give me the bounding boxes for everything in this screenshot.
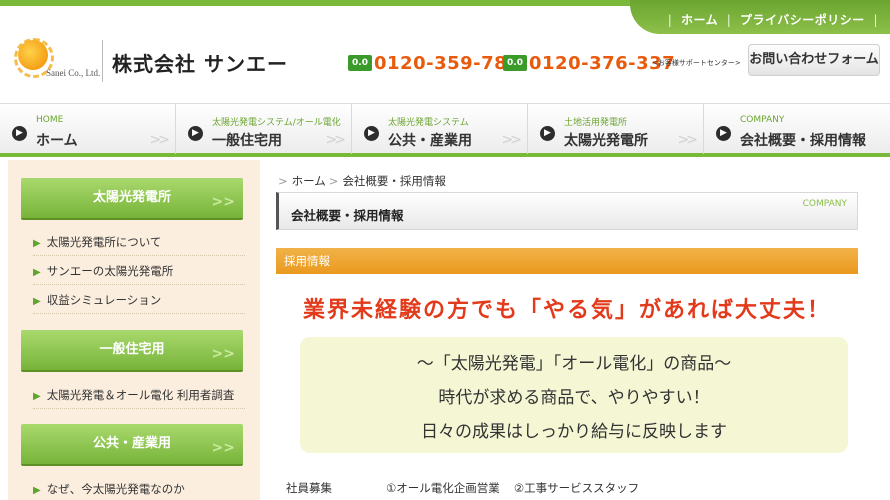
nav-sub-label: 太陽光発電システム [388,118,469,128]
recruit-message-box: ～「太陽光発電」「オール電化」の商品～ 時代が求める商品で、やりやすい！ 日々の… [300,337,848,453]
contact-form-button[interactable]: お問い合わせフォーム [748,44,880,76]
arrow-right-icon: ▶ [364,126,379,141]
nav-main-label: 太陽光発電所 [564,133,648,149]
double-chevron-icon: >> [325,132,347,148]
recruit-headline: 業界未経験の方でも「やる気」があれば大丈夫！ [302,297,831,323]
nav-item-residential[interactable]: ▶ 太陽光発電システム/オール電化 一般住宅用 >> [176,104,352,154]
sidebar-link[interactable]: ▶ 太陽光発電＆オール電化 利用者調査 [33,381,245,409]
support-center-label: <お客様サポートセンター> [652,59,741,67]
breadcrumb-current: 会社概要・採用情報 [342,174,446,188]
job-listing-row: 社員募集 ①オール電化企画営業 ②工事サービススタッフ [286,480,846,496]
double-chevron-icon: >> [211,440,235,456]
sidebar: 太陽光発電所 >> ▶ 太陽光発電所について ▶ サンエーの太陽光発電所 ▶ 収益シミ… [8,160,260,500]
page-title-en: COMPANY [802,199,847,209]
page-title: 会社概要・採用情報 [291,208,404,223]
arrow-right-icon: ▶ [188,126,203,141]
job-item: ②工事サービススタッフ [513,481,640,495]
section-title: 採用情報 [276,248,858,274]
header-links: | ホーム | プライバシーポリシー | [667,13,878,27]
breadcrumb: > ホーム > 会社概要・採用情報 [278,174,446,188]
nav-main-label: ホーム [36,133,78,149]
phone-number-1-text: 0120-359-788 [374,52,521,74]
nav-main-label: 一般住宅用 [212,133,282,149]
triangle-bullet-icon: ▶ [33,391,41,402]
sidebar-link[interactable]: ▶ 収益シミュレーション [33,286,245,314]
phone-number-1[interactable]: 0.0 0120-359-788 [348,52,520,74]
sidebar-link[interactable]: ▶ 太陽光発電所について [33,228,245,256]
phone-number-2[interactable]: 0.0 0120-376-337 [503,52,675,74]
sidebar-section-label: 公共・産業用 [92,436,171,451]
triangle-bullet-icon: ▶ [33,485,41,496]
double-chevron-icon: >> [677,132,699,148]
double-chevron-icon: >> [501,132,523,148]
message-line: 日々の成果はしっかり給与に反映します [421,422,727,442]
nav-sub-label: 土地活用発電所 [564,118,628,128]
double-chevron-icon: >> [211,194,235,210]
arrow-right-icon: ▶ [716,126,731,141]
site-header: | ホーム | プライバシーポリシー | Sanei Co., Ltd. 株式会… [0,0,890,100]
message-line: 時代が求める商品で、やりやすい！ [438,388,710,408]
job-item: ①オール電化企画営業 [386,481,500,495]
sidebar-link[interactable]: ▶ なぜ、今太陽光発電なのか [33,475,245,500]
nav-item-home[interactable]: ▶ HOME ホーム >> [0,104,176,154]
sidebar-section-residential[interactable]: 一般住宅用 >> [21,330,243,370]
job-label: 社員募集 [286,481,332,495]
sidebar-section-label: 太陽光発電所 [92,190,171,205]
nav-item-solar-plant[interactable]: ▶ 土地活用発電所 太陽光発電所 >> [528,104,704,154]
free-dial-icon: 0.0 [348,55,372,71]
sun-icon [18,40,48,70]
message-line: ～「太陽光発電」「オール電化」の商品～ [416,354,732,374]
double-chevron-icon: >> [149,132,171,148]
nav-main-label: 公共・産業用 [388,133,472,149]
breadcrumb-home[interactable]: ホーム [292,174,326,188]
home-link[interactable]: ホーム [681,13,718,27]
global-nav: ▶ HOME ホーム >> ▶ 太陽光発電システム/オール電化 一般住宅用 >>… [0,103,890,157]
arrow-right-icon: ▶ [540,126,555,141]
triangle-bullet-icon: ▶ [33,296,41,307]
double-chevron-icon: >> [211,346,235,362]
sidebar-section-public-industrial[interactable]: 公共・産業用 >> [21,424,243,464]
nav-sub-label: COMPANY [740,115,785,125]
nav-item-company[interactable]: ▶ COMPANY 会社概要・採用情報 [704,104,890,154]
nav-item-public-industrial[interactable]: ▶ 太陽光発電システム 公共・産業用 >> [352,104,528,154]
free-dial-icon: 0.0 [503,55,527,71]
nav-sub-label: 太陽光発電システム/オール電化 [212,118,341,128]
nav-sub-label: HOME [36,115,64,125]
sidebar-section-label: 一般住宅用 [99,342,165,357]
triangle-bullet-icon: ▶ [33,267,41,278]
company-name: 株式会社 サンエー [112,52,288,76]
arrow-right-icon: ▶ [12,126,27,141]
logo-divider [102,40,103,82]
triangle-bullet-icon: ▶ [33,238,41,249]
page-heading: 会社概要・採用情報 COMPANY [276,192,858,230]
logo-text: Sanei Co., Ltd. [46,68,101,78]
nav-main-label: 会社概要・採用情報 [740,133,866,149]
sidebar-section-solar-plant[interactable]: 太陽光発電所 >> [21,178,243,218]
privacy-policy-link[interactable]: プライバシーポリシー [740,13,865,27]
company-logo[interactable]: Sanei Co., Ltd. [12,38,102,86]
sidebar-link[interactable]: ▶ サンエーの太陽光発電所 [33,257,245,285]
